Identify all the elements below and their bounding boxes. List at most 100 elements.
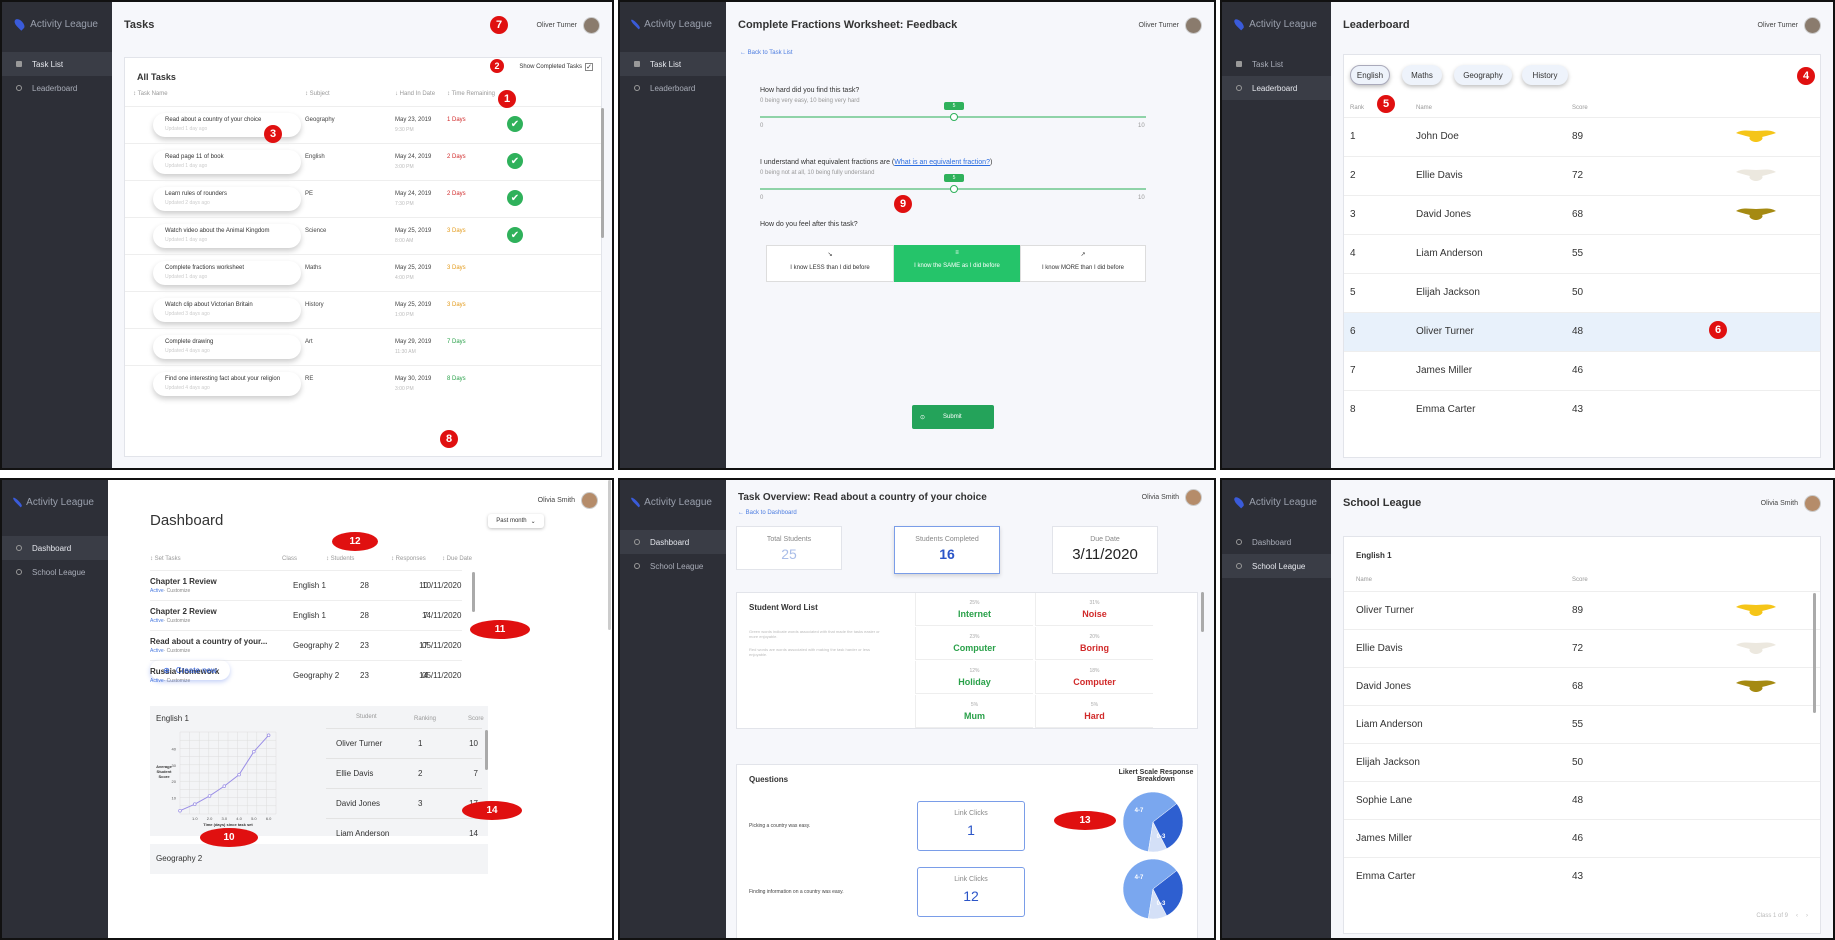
task-name-pill[interactable]: Learn rules of rounders Updated 2 days ag… xyxy=(153,187,301,211)
scrollbar[interactable] xyxy=(1201,592,1204,632)
option-same[interactable]: ≡ I know the SAME as I did before xyxy=(894,245,1020,282)
avatar[interactable] xyxy=(1804,16,1821,34)
task-row[interactable]: Watch video about the Animal Kingdom Upda… xyxy=(125,217,601,254)
sidebar-item-dashboard[interactable]: Dashboard xyxy=(2,536,108,560)
col-class[interactable]: Class xyxy=(282,556,297,562)
option-less[interactable]: ↘ I know LESS than I did before xyxy=(766,245,894,282)
customize-link[interactable]: · Customize xyxy=(164,648,191,654)
task-name-pill[interactable]: Complete drawing Updated 4 days ago xyxy=(153,335,301,359)
sidebar-item-task-list[interactable]: Task List xyxy=(2,52,112,76)
customize-link[interactable]: · Customize xyxy=(164,588,191,594)
tab-english[interactable]: English xyxy=(1350,65,1390,85)
chevron-left-icon[interactable]: ‹ xyxy=(1796,913,1798,919)
leaderboard-row[interactable]: 6 Oliver Turner 48 xyxy=(1344,312,1820,351)
task-row[interactable]: Complete fractions worksheet Updated 1 da… xyxy=(125,254,601,291)
league-row[interactable]: Elijah Jackson 50 xyxy=(1344,743,1820,781)
set-task-row[interactable]: Read about a country of your... Active· C… xyxy=(150,630,462,660)
slider-handle[interactable] xyxy=(950,113,958,121)
scrollbar[interactable] xyxy=(472,572,475,612)
league-row[interactable]: Sophie Lane 48 xyxy=(1344,781,1820,819)
sidebar-item-dashboard[interactable]: Dashboard xyxy=(620,530,726,554)
tab-geography[interactable]: Geography xyxy=(1454,65,1512,85)
ranking-row[interactable]: David Jones317 xyxy=(326,788,482,818)
scrollbar[interactable] xyxy=(601,108,604,238)
leaderboard-row[interactable]: 5 Elijah Jackson 50 xyxy=(1344,273,1820,312)
col-due-date[interactable]: ↕ Due Date xyxy=(442,556,472,562)
option-more[interactable]: ↗ I know MORE than I did before xyxy=(1020,245,1146,282)
create-new-button[interactable]: ⊕ Create new xyxy=(150,660,230,680)
league-row[interactable]: David Jones 68 xyxy=(1344,667,1820,705)
period-select[interactable]: Past month ⌄ xyxy=(488,514,544,528)
chevron-right-icon[interactable]: › xyxy=(1806,913,1808,919)
league-row[interactable]: Emma Carter 43 xyxy=(1344,857,1820,895)
ranking-row[interactable]: Ellie Davis 2 7 xyxy=(326,758,482,788)
leaderboard-row[interactable]: 4 Liam Anderson 55 xyxy=(1344,234,1820,273)
tab-history[interactable]: History xyxy=(1522,65,1568,85)
avatar[interactable] xyxy=(1185,16,1202,34)
league-row[interactable]: Ellie Davis 72 xyxy=(1344,629,1820,667)
checkbox[interactable]: ✓ xyxy=(585,63,593,71)
user-menu[interactable]: Oliver Turner xyxy=(1139,16,1202,34)
col-task-name[interactable]: ↕ Task Name xyxy=(133,91,168,97)
leaderboard-row[interactable]: 2 Ellie Davis 72 xyxy=(1344,156,1820,195)
task-name-pill[interactable]: Watch video about the Animal Kingdom Upda… xyxy=(153,224,301,248)
avatar[interactable] xyxy=(583,16,600,34)
task-name-pill[interactable]: Watch clip about Victorian Britain Update… xyxy=(153,298,301,322)
sidebar-item-school-league[interactable]: School League xyxy=(2,560,108,584)
sidebar-item-task-list[interactable]: Task List xyxy=(1222,52,1331,76)
show-completed-toggle[interactable]: Show Completed Tasks ✓ xyxy=(519,63,593,71)
col-time-remaining[interactable]: ↕ Time Remaining xyxy=(447,91,495,97)
sidebar-item-dashboard[interactable]: Dashboard xyxy=(1222,530,1331,554)
col-hand-in-date[interactable]: ↓ Hand In Date xyxy=(395,91,435,97)
avatar[interactable] xyxy=(1185,488,1202,506)
col-responses[interactable]: ↕ Responses xyxy=(391,556,426,562)
leaderboard-row[interactable]: 1 John Doe 89 xyxy=(1344,117,1820,156)
slider-handle[interactable] xyxy=(950,185,958,193)
user-menu[interactable]: Oliver Turner xyxy=(1758,16,1821,34)
customize-link[interactable]: · Customize xyxy=(164,618,191,624)
task-row[interactable]: Find one interesting fact about your rel… xyxy=(125,365,601,402)
equivalent-fraction-link[interactable]: What is an equivalent fraction? xyxy=(894,159,990,166)
task-row[interactable]: Learn rules of rounders Updated 2 days ag… xyxy=(125,180,601,217)
avatar[interactable] xyxy=(581,492,598,509)
ranking-row[interactable]: Oliver Turner 1 10 xyxy=(326,728,482,758)
leaderboard-row[interactable]: 3 David Jones 68 xyxy=(1344,195,1820,234)
set-task-row[interactable]: Chapter 1 Review Active· Customize English… xyxy=(150,570,462,600)
task-name-pill[interactable]: Find one interesting fact about your rel… xyxy=(153,372,301,396)
league-row[interactable]: James Miller 46 xyxy=(1344,819,1820,857)
task-row[interactable]: Read about a country of your choice Updat… xyxy=(125,106,601,143)
back-link[interactable]: ← Back to Dashboard xyxy=(738,510,797,516)
sidebar-item-school-league[interactable]: School League xyxy=(620,554,726,578)
sidebar-item-task-list[interactable]: Task List xyxy=(620,52,726,76)
col-subject[interactable]: ↕ Subject xyxy=(305,91,330,97)
sidebar-item-leaderboard[interactable]: Leaderboard xyxy=(1222,76,1331,100)
leaderboard-row[interactable]: 8 Emma Carter 43 xyxy=(1344,390,1820,429)
back-link[interactable]: ← Back to Task List xyxy=(740,50,793,56)
league-row[interactable]: Oliver Turner 89 xyxy=(1344,591,1820,629)
leaderboard-row[interactable]: 7 James Miller 46 xyxy=(1344,351,1820,390)
avatar[interactable] xyxy=(1804,494,1821,512)
col-set-tasks[interactable]: ↕ Set Tasks xyxy=(150,556,181,562)
task-name-pill[interactable]: Complete fractions worksheet Updated 1 da… xyxy=(153,261,301,285)
tab-maths[interactable]: Maths xyxy=(1402,65,1442,85)
sidebar-item-school-league[interactable]: School League xyxy=(1222,554,1331,578)
set-task-row[interactable]: Chapter 2 Review Active· Customize English… xyxy=(150,600,462,630)
user-menu[interactable]: Olivia Smith xyxy=(1761,494,1821,512)
sidebar-item-leaderboard[interactable]: Leaderboard xyxy=(620,76,726,100)
page-scrollbar[interactable] xyxy=(608,480,611,630)
user-menu[interactable]: Olivia Smith xyxy=(538,492,598,509)
link-clicks-box[interactable]: Link Clicks 12 xyxy=(917,867,1025,917)
user-menu[interactable]: Olivia Smith xyxy=(1142,488,1202,506)
league-row[interactable]: Liam Anderson 55 xyxy=(1344,705,1820,743)
col-students[interactable]: ↕ Students xyxy=(326,556,354,562)
sidebar-item-leaderboard[interactable]: Leaderboard xyxy=(2,76,112,100)
task-row[interactable]: Read page 11 of book Updated 1 day ago Eng… xyxy=(125,143,601,180)
scrollbar[interactable] xyxy=(1813,593,1816,713)
stat-students-completed[interactable]: Students Completed 16 xyxy=(894,526,1000,574)
task-row[interactable]: Watch clip about Victorian Britain Update… xyxy=(125,291,601,328)
scrollbar[interactable] xyxy=(485,730,488,770)
link-clicks-box[interactable]: Link Clicks 1 xyxy=(917,801,1025,851)
task-name-pill[interactable]: Read page 11 of book Updated 1 day ago xyxy=(153,150,301,174)
task-row[interactable]: Complete drawing Updated 4 days ago Art May… xyxy=(125,328,601,365)
user-menu[interactable]: Oliver Turner xyxy=(537,16,600,34)
